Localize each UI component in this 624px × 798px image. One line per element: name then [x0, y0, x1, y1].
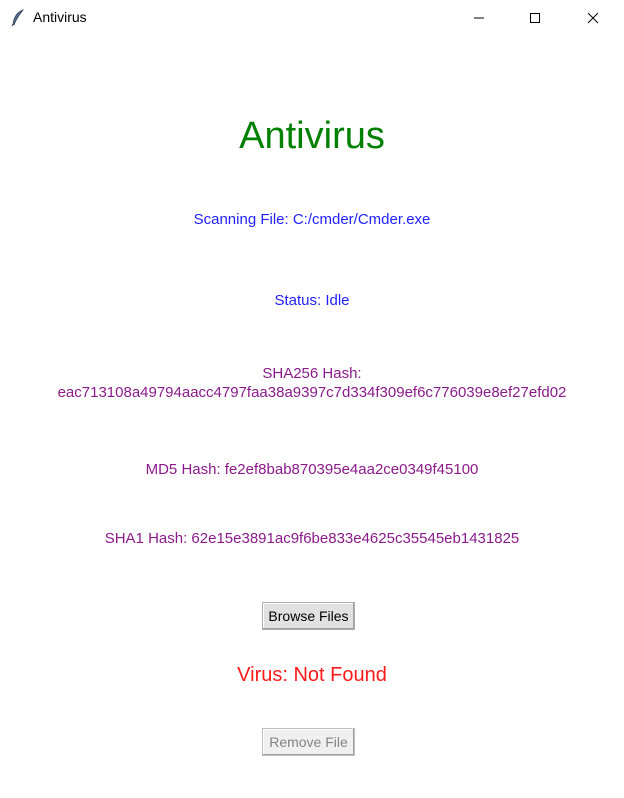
md5-hash-label: MD5 Hash: fe2ef8bab870395e4aa2ce0349f451…: [145, 461, 479, 478]
minimize-icon: [474, 17, 484, 19]
remove-file-button[interactable]: Remove File: [262, 728, 355, 756]
close-icon: [587, 12, 599, 24]
title-bar[interactable]: Antivirus: [0, 0, 624, 36]
sha256-hash-value: eac713108a49794aacc4797faa38a9397c7d334f…: [57, 384, 567, 401]
sha256-hash-label: SHA256 Hash:: [262, 365, 362, 382]
scanning-file-label: Scanning File: C:/cmder/Cmder.exe: [193, 211, 431, 228]
minimize-button[interactable]: [456, 0, 502, 36]
sha256-hash-block: SHA256 Hash: eac713108a49794aacc4797faa3…: [0, 364, 624, 402]
maximize-icon: [530, 13, 540, 23]
browse-files-button[interactable]: Browse Files: [262, 602, 355, 630]
sha1-hash-label: SHA1 Hash: 62e15e3891ac9f6be833e4625c355…: [104, 530, 520, 547]
maximize-button[interactable]: [512, 0, 558, 36]
window-title: Antivirus: [33, 9, 87, 25]
status-label: Status: Idle: [274, 292, 350, 309]
close-button[interactable]: [570, 0, 616, 36]
feather-icon: [11, 9, 25, 27]
virus-result-label: Virus: Not Found: [237, 664, 387, 686]
app-heading: Antivirus: [239, 115, 385, 157]
